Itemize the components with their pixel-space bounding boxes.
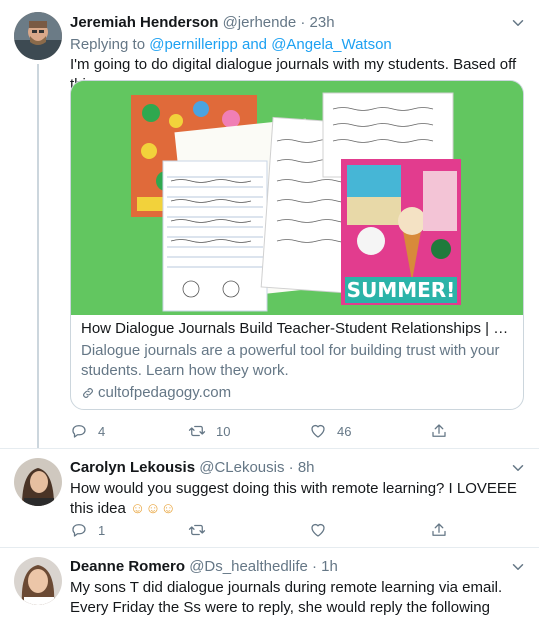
avatar[interactable] (14, 557, 62, 605)
link-icon (83, 388, 93, 398)
share-button[interactable] (430, 520, 448, 540)
author-handle[interactable]: @CLekousis (199, 459, 284, 476)
card-image-text: SUMMER! (347, 278, 456, 302)
chevron-down-icon[interactable] (509, 558, 527, 576)
reply-icon (72, 425, 86, 438)
tweet-jeremiah[interactable]: Jeremiah Henderson @jerhende · 23h Reply… (0, 0, 539, 448)
heart-icon (311, 424, 325, 438)
retweet-icon (188, 425, 206, 437)
reply-count: 4 (98, 423, 106, 439)
tweet-text: My sons T did dialogue journals during r… (70, 579, 503, 621)
timestamp[interactable]: · 23h (300, 14, 334, 31)
card-image[interactable]: SUMMER! (71, 81, 523, 315)
author-name[interactable]: Jeremiah Henderson (70, 14, 218, 31)
card-body: How Dialogue Journals Build Teacher-Stud… (81, 319, 515, 403)
tweet-header: Deanne Romero @Ds_healthedlife · 1h (70, 557, 338, 577)
tweet-actions: 1 (70, 520, 460, 540)
timestamp[interactable]: · 8h (289, 459, 315, 476)
reply-icon (72, 524, 86, 537)
chevron-down-icon[interactable] (509, 14, 527, 32)
card-domain: cultofpedagogy.com (81, 383, 515, 403)
link-card[interactable]: SUMMER! How Dialogue Journals Build Teac… (70, 80, 524, 410)
author-handle[interactable]: @Ds_healthedlife (189, 558, 308, 575)
mention-link[interactable]: @pernilleripp (149, 36, 238, 53)
like-button[interactable]: 46 (309, 421, 351, 441)
chevron-down-icon[interactable] (509, 459, 527, 477)
replying-and: and (237, 36, 272, 53)
like-count: 46 (337, 423, 352, 439)
avatar[interactable] (14, 458, 62, 506)
avatar[interactable] (14, 12, 62, 60)
author-handle[interactable]: @jerhende (223, 14, 297, 31)
thread-line (37, 64, 39, 448)
like-button[interactable] (309, 520, 327, 540)
heart-icon (311, 523, 325, 537)
replying-to: Replying to @pernilleripp and @Angela_Wa… (70, 35, 525, 55)
reply-button[interactable]: 4 (70, 421, 105, 441)
author-name[interactable]: Deanne Romero (70, 558, 185, 575)
mention-link[interactable]: @Angela_Watson (271, 36, 392, 53)
card-domain-text: cultofpedagogy.com (98, 384, 232, 401)
author-name[interactable]: Carolyn Lekousis (70, 459, 195, 476)
tweet-actions: 4 10 46 (70, 421, 460, 441)
reply-count: 1 (98, 522, 106, 538)
tweet-header: Jeremiah Henderson @jerhende · 23h (70, 13, 335, 33)
journal-collage: SUMMER! (71, 81, 523, 315)
share-icon (432, 424, 446, 437)
emoji: ☺☺☺ (130, 500, 176, 517)
retweet-icon (188, 524, 206, 536)
retweet-button[interactable]: 10 (188, 421, 230, 441)
tweet-deanne[interactable]: Deanne Romero @Ds_healthedlife · 1h My s… (0, 548, 539, 621)
share-icon (432, 523, 446, 536)
retweet-count: 10 (216, 423, 231, 439)
tweet-header: Carolyn Lekousis @CLekousis · 8h (70, 458, 315, 478)
reply-button[interactable]: 1 (70, 520, 105, 540)
share-button[interactable] (430, 421, 448, 441)
retweet-button[interactable] (188, 520, 206, 540)
timestamp[interactable]: · 1h (312, 558, 338, 575)
card-description: Dialogue journals are a powerful tool fo… (81, 342, 500, 379)
replying-prefix: Replying to (70, 36, 150, 53)
card-title: How Dialogue Journals Build Teacher-Stud… (81, 320, 515, 337)
tweet-text: How would you suggest doing this with re… (70, 479, 525, 519)
tweet-carolyn[interactable]: Carolyn Lekousis @CLekousis · 8h How wou… (0, 449, 539, 547)
